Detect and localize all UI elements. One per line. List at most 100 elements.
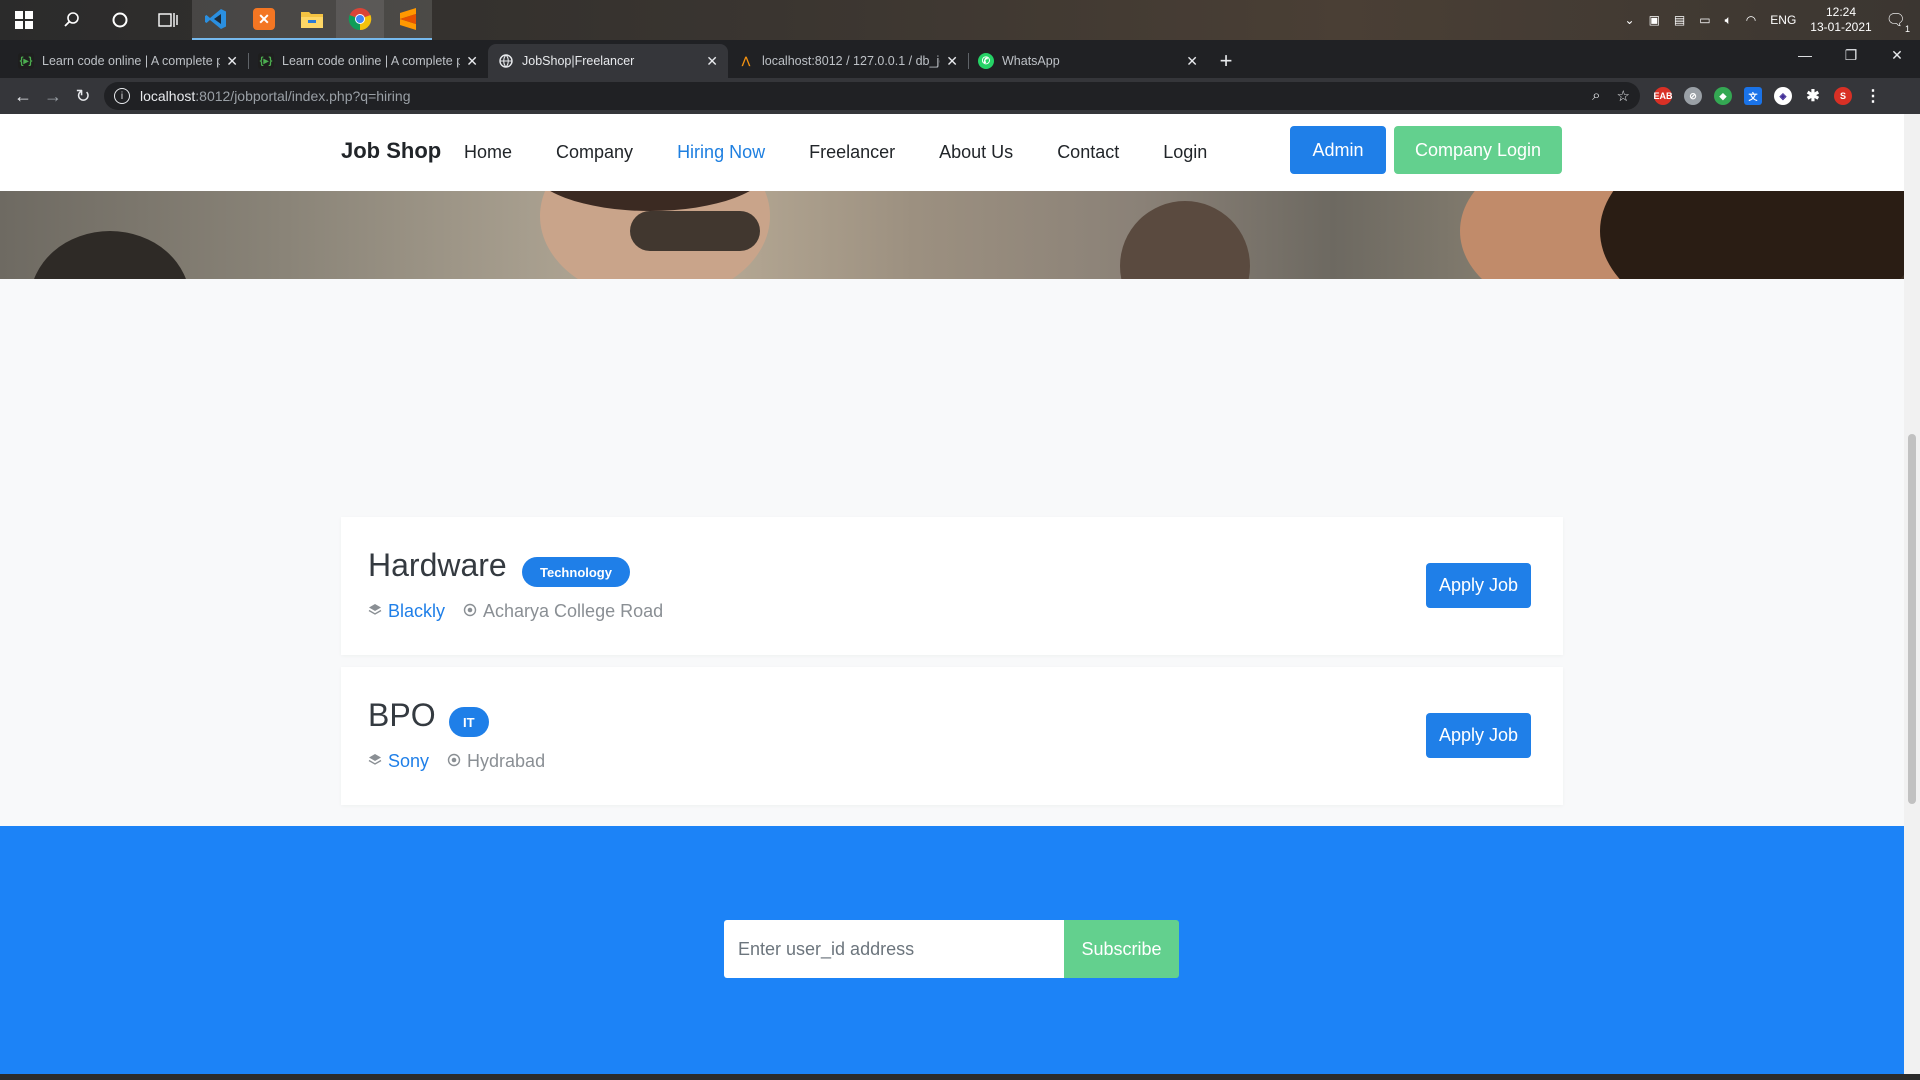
- nav-link-contact[interactable]: Contact: [1057, 142, 1119, 163]
- clock-time: 12:24: [1825, 5, 1856, 19]
- windows-taskbar: ✕ ⌄ ▣ ▤ ▭ 🔈︎ ◠ ENG 12:24 13-01-2021 🗨︎ 1: [0, 0, 1920, 40]
- new-tab-button[interactable]: +: [1208, 44, 1244, 78]
- browser-tab[interactable]: {▸} Learn code online | A complete p ✕: [8, 44, 248, 78]
- apply-job-button[interactable]: Apply Job: [1426, 713, 1531, 758]
- search-icon[interactable]: [48, 0, 96, 40]
- job-card: BPO IT Sony Hydrabad Apply Job: [341, 667, 1563, 805]
- browser-tab[interactable]: ✆ WhatsApp ✕: [968, 44, 1208, 78]
- volume-icon[interactable]: 🔈︎: [1725, 13, 1732, 28]
- browser-tab-active[interactable]: JobShop|Freelancer ✕: [488, 44, 728, 78]
- minimize-icon[interactable]: —: [1782, 40, 1828, 70]
- close-window-icon[interactable]: ✕: [1874, 40, 1920, 70]
- tab-strip: {▸} Learn code online | A complete p ✕ {…: [0, 40, 1920, 78]
- shield-icon[interactable]: ◆: [1714, 87, 1732, 105]
- battery-icon[interactable]: ▭: [1699, 13, 1710, 27]
- wifi-icon[interactable]: ◠: [1746, 13, 1756, 27]
- menu-kebab-icon[interactable]: ⋮: [1864, 87, 1882, 105]
- hero-shape: [30, 231, 190, 279]
- notification-count: 1: [1904, 24, 1910, 34]
- layers-icon: [368, 603, 382, 620]
- page-scrollbar[interactable]: [1904, 114, 1920, 1080]
- extension-icon[interactable]: ◈: [1774, 87, 1792, 105]
- location-pin-icon: [463, 603, 477, 620]
- vscode-icon[interactable]: [192, 0, 240, 40]
- main-nav: Home Company Hiring Now Freelancer About…: [464, 142, 1251, 163]
- hero-banner-image: [0, 191, 1904, 279]
- browser-tab[interactable]: ⋀ localhost:8012 / 127.0.0.1 / db_jo ✕: [728, 44, 968, 78]
- nav-link-freelancer[interactable]: Freelancer: [809, 142, 895, 163]
- url-path: :8012/jobportal/index.php?q=hiring: [195, 88, 411, 104]
- nav-link-hiring-now[interactable]: Hiring Now: [677, 142, 765, 163]
- site-navbar: Job Shop Home Company Hiring Now Freelan…: [0, 114, 1904, 191]
- close-tab-icon[interactable]: ✕: [946, 53, 958, 70]
- browser-tab[interactable]: {▸} Learn code online | A complete p ✕: [248, 44, 488, 78]
- job-category-badge: IT: [449, 707, 489, 737]
- extension-icon[interactable]: ⊘: [1684, 87, 1702, 105]
- tray-display-icon[interactable]: ▤: [1674, 13, 1685, 27]
- site-info-icon[interactable]: i: [114, 88, 130, 104]
- scrollbar-thumb[interactable]: [1908, 434, 1916, 804]
- cortana-icon[interactable]: [96, 0, 144, 40]
- hero-shape: [1600, 191, 1904, 279]
- forward-icon[interactable]: →: [38, 81, 68, 111]
- zoom-icon[interactable]: ⌕: [1592, 87, 1600, 105]
- tab-title: Learn code online | A complete p: [282, 54, 461, 68]
- hero-shape: [1120, 201, 1250, 279]
- notification-center-icon[interactable]: 🗨︎ 1: [1886, 10, 1910, 34]
- globe-icon: [498, 53, 514, 69]
- job-title[interactable]: Hardware: [368, 547, 507, 584]
- nav-link-home[interactable]: Home: [464, 142, 512, 163]
- nav-link-login[interactable]: Login: [1163, 142, 1207, 163]
- close-tab-icon[interactable]: ✕: [466, 53, 478, 70]
- sublime-icon[interactable]: [384, 0, 432, 40]
- tab-title: WhatsApp: [1002, 54, 1060, 68]
- tray-app-icon[interactable]: ▣: [1649, 13, 1660, 27]
- language-indicator[interactable]: ENG: [1770, 13, 1796, 27]
- subscribe-button[interactable]: Subscribe: [1064, 920, 1179, 978]
- chevron-up-icon[interactable]: ⌄: [1625, 13, 1635, 27]
- layers-icon: [368, 753, 382, 770]
- puzzle-icon[interactable]: ✱: [1804, 87, 1822, 105]
- bookmark-star-icon[interactable]: ☆: [1617, 87, 1630, 105]
- close-tab-icon[interactable]: ✕: [226, 53, 238, 70]
- tab-title: localhost:8012 / 127.0.0.1 / db_jo: [762, 54, 941, 68]
- reload-icon[interactable]: ↻: [68, 81, 98, 111]
- job-card: Hardware Technology Blackly Acharya Coll…: [341, 517, 1563, 655]
- xampp-icon[interactable]: ✕: [240, 0, 288, 40]
- site-brand[interactable]: Job Shop: [341, 138, 441, 164]
- job-title[interactable]: BPO: [368, 697, 436, 734]
- nav-link-about-us[interactable]: About Us: [939, 142, 1013, 163]
- tab-title: JobShop|Freelancer: [522, 54, 635, 68]
- hero-shape: [630, 211, 760, 251]
- job-company-link[interactable]: Blackly: [388, 601, 445, 622]
- task-view-icon[interactable]: [144, 0, 192, 40]
- subscribe-section: Subscribe: [0, 826, 1904, 1080]
- subscribe-email-input[interactable]: [724, 920, 1064, 978]
- file-explorer-icon[interactable]: [288, 0, 336, 40]
- admin-button[interactable]: Admin: [1290, 126, 1386, 174]
- chrome-icon[interactable]: [336, 0, 384, 40]
- address-bar[interactable]: i localhost:8012/jobportal/index.php?q=h…: [104, 82, 1640, 110]
- restore-icon[interactable]: ❐: [1828, 40, 1874, 70]
- close-tab-icon[interactable]: ✕: [706, 53, 718, 70]
- company-login-button[interactable]: Company Login: [1394, 126, 1562, 174]
- job-category-badge: Technology: [522, 557, 630, 587]
- job-meta: Blackly Acharya College Road: [368, 601, 663, 622]
- clock[interactable]: 12:24 13-01-2021: [1810, 5, 1871, 35]
- profile-avatar[interactable]: S: [1834, 87, 1852, 105]
- url-host: localhost: [140, 88, 196, 104]
- tab-title: Learn code online | A complete p: [42, 54, 221, 68]
- extension-icon[interactable]: EAB: [1654, 87, 1673, 105]
- back-icon[interactable]: ←: [8, 81, 38, 111]
- code-icon: {▸}: [18, 53, 34, 69]
- clock-date: 13-01-2021: [1810, 20, 1872, 34]
- translate-icon[interactable]: 文: [1744, 87, 1762, 105]
- nav-link-company[interactable]: Company: [556, 142, 633, 163]
- window-controls: — ❐ ✕: [1782, 40, 1920, 70]
- close-tab-icon[interactable]: ✕: [1186, 53, 1198, 70]
- job-list-section: Hardware Technology Blackly Acharya Coll…: [0, 279, 1904, 839]
- windows-start-icon[interactable]: [0, 0, 48, 40]
- job-company-link[interactable]: Sony: [388, 751, 429, 772]
- apply-job-button[interactable]: Apply Job: [1426, 563, 1531, 608]
- job-location: Hydrabad: [467, 751, 546, 771]
